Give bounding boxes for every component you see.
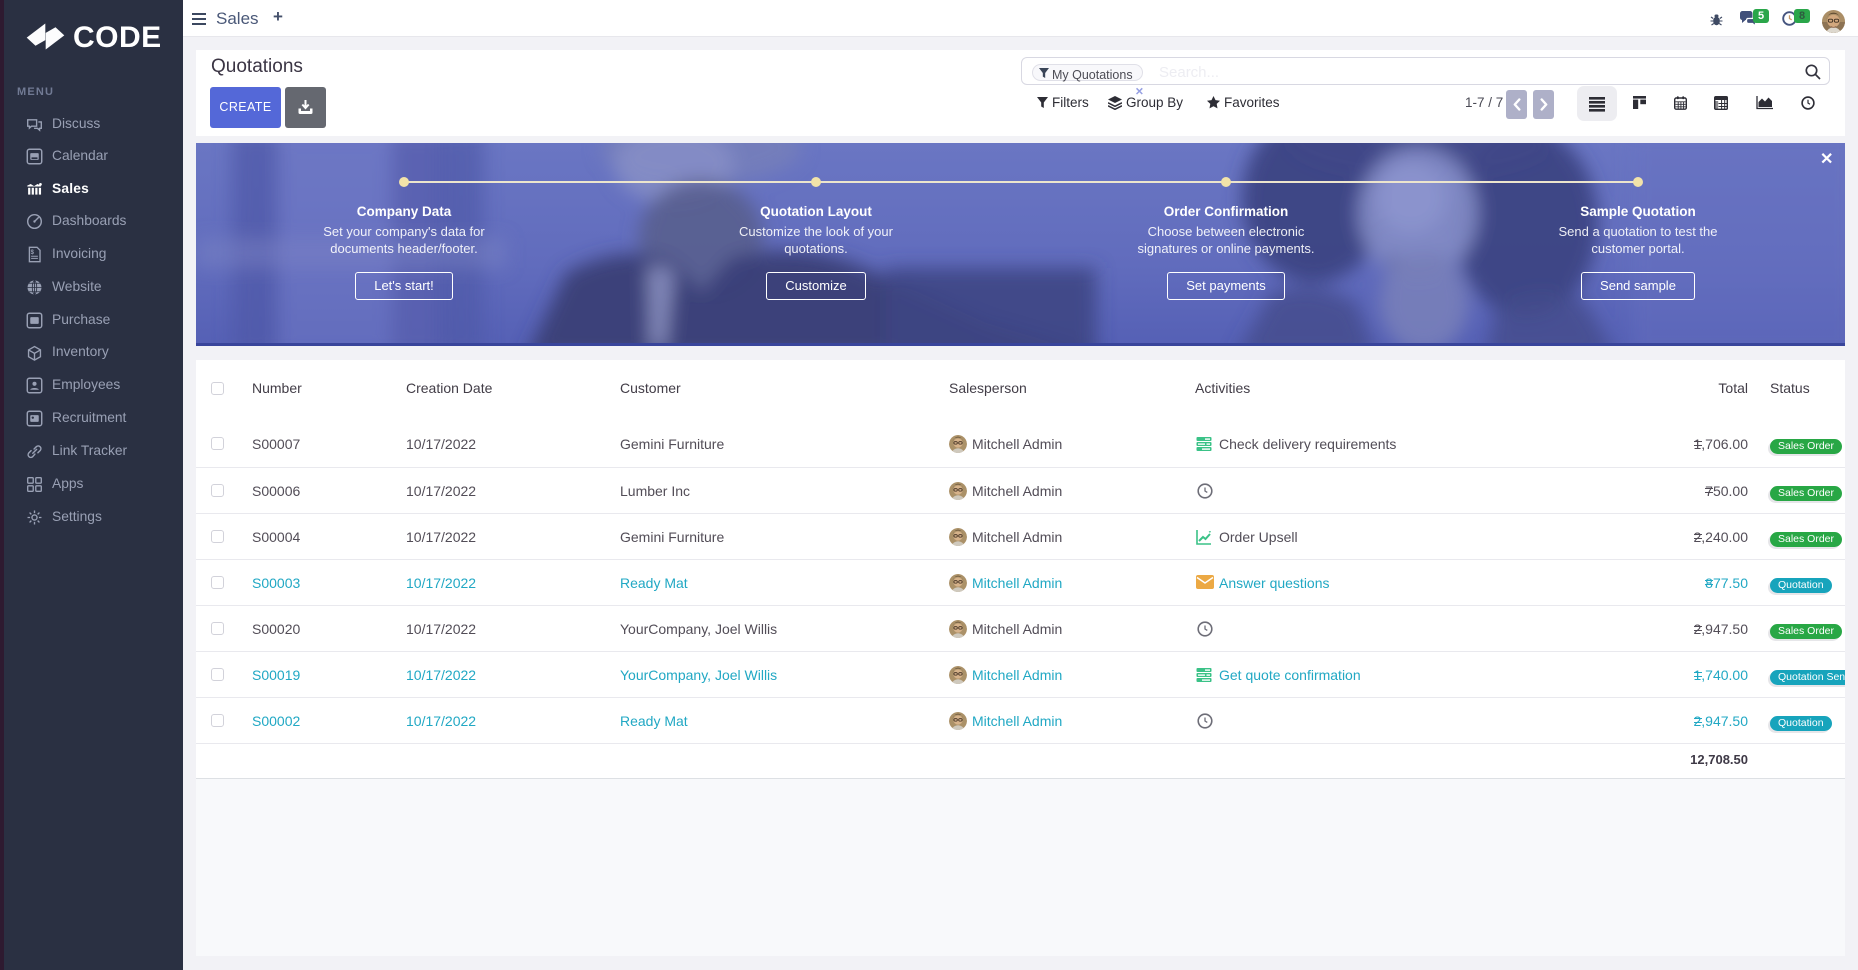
svg-text:$: $ — [31, 250, 35, 256]
